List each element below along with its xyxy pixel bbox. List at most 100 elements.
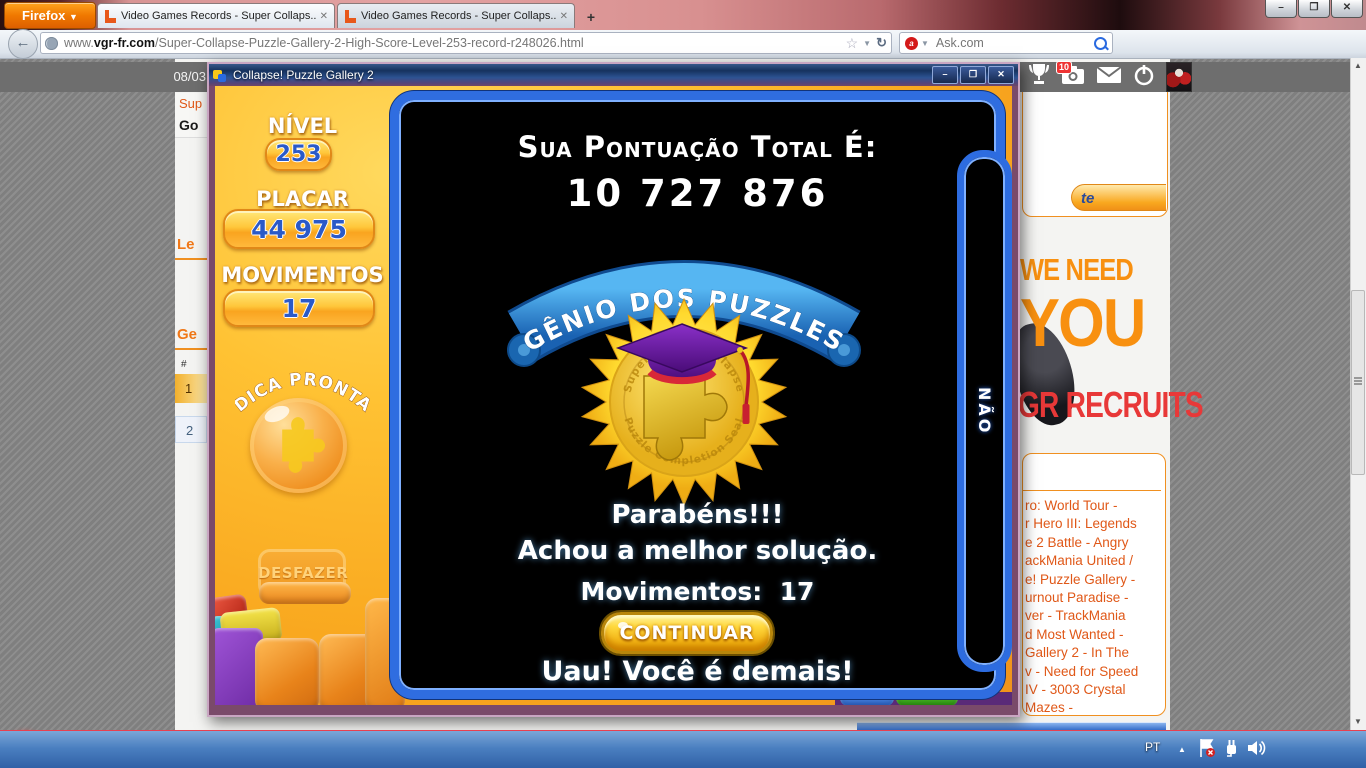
level-value: 253 xyxy=(265,138,332,171)
minimize-button[interactable]: – xyxy=(932,66,958,84)
trophy-icon[interactable]: 10 xyxy=(1028,60,1073,92)
tab-2[interactable]: Video Games Records - Super Collaps... ✕ xyxy=(337,3,575,28)
moves-label: MOVIMENTOS xyxy=(221,263,384,287)
vote-button[interactable]: te xyxy=(1071,184,1166,211)
score-dialog: Sua Pontuação Total É: 10 727 876 GÊNIO … xyxy=(390,91,1012,699)
overlay-toolbar: 10 xyxy=(1022,60,1192,92)
score-value: 44 975 xyxy=(223,209,375,249)
bookmark-star-icon[interactable]: ☆ xyxy=(846,35,859,52)
solution-text: Achou a melhor solução. xyxy=(517,536,878,566)
game-link-line[interactable]: urnout Paradise - xyxy=(1023,589,1165,607)
continue-button[interactable]: CONTINUAR xyxy=(601,612,773,654)
tab-bar: Video Games Records - Super Collaps... ✕… xyxy=(97,3,577,29)
left-bold-text: Go xyxy=(179,117,199,133)
moves-value: 17 xyxy=(223,289,375,327)
user-avatar[interactable] xyxy=(1166,62,1192,92)
close-button[interactable]: ✕ xyxy=(988,66,1014,84)
firefox-menu-button[interactable]: Firefox ▼ xyxy=(4,2,96,29)
game-window-titlebar[interactable]: Collapse! Puzzle Gallery 2 – ❐ ✕ xyxy=(209,64,1018,86)
game-window: Collapse! Puzzle Gallery 2 – ❐ ✕ NÍVEL 2… xyxy=(207,62,1020,717)
left-heading-1: Le xyxy=(177,236,195,253)
browser-toolbar: ← www.vgr-fr.com/Super-Collapse-Puzzle-G… xyxy=(0,29,1366,85)
congrats-text: Parabéns!!! xyxy=(611,500,784,530)
hint-ball-button[interactable] xyxy=(250,398,347,493)
score-label: PLACAR xyxy=(256,187,349,211)
table-row[interactable]: 2 xyxy=(175,416,207,443)
site-favicon-icon xyxy=(344,9,357,23)
game-link-line[interactable]: Mazes - xyxy=(1023,699,1165,717)
moves-text: Movimentos: 17 xyxy=(580,577,815,606)
search-icon[interactable] xyxy=(1094,36,1107,50)
scroll-down-icon[interactable]: ▼ xyxy=(1350,714,1366,730)
page-margin-left xyxy=(0,58,175,730)
search-input[interactable] xyxy=(933,35,1094,51)
power-icon[interactable] xyxy=(1133,64,1155,91)
game-link-line[interactable]: Gallery 2 - In The xyxy=(1023,644,1165,662)
restore-button[interactable]: ❐ xyxy=(1298,0,1330,18)
back-button[interactable]: ← xyxy=(8,29,38,59)
tab-close-icon[interactable]: ✕ xyxy=(320,11,328,22)
block-orange[interactable] xyxy=(255,638,319,705)
recruit-banner-line2: YOU xyxy=(1020,285,1146,361)
chevron-down-icon[interactable]: ▼ xyxy=(921,39,929,48)
games-list-box: ro: World Tour - r Hero III: Legends e 2… xyxy=(1022,453,1166,716)
game-link-line[interactable]: ro: World Tour - xyxy=(1023,497,1165,515)
reload-icon[interactable]: ↻ xyxy=(876,35,887,51)
ask-logo-icon: a xyxy=(905,36,918,50)
speaker-icon[interactable] xyxy=(1246,738,1266,763)
screen: 08/03 10 Sup Go Le Ge # 1 2 te WE NEED Y… xyxy=(0,0,1366,768)
url-bar[interactable]: www.vgr-fr.com/Super-Collapse-Puzzle-Gal… xyxy=(40,32,892,54)
url-text: www.vgr-fr.com/Super-Collapse-Puzzle-Gal… xyxy=(64,36,584,50)
dialog-title: Sua Pontuação Total É: xyxy=(517,130,878,164)
divider xyxy=(1023,490,1161,491)
action-center-flag-icon[interactable] xyxy=(1198,738,1216,763)
language-indicator[interactable]: PT xyxy=(1145,740,1160,754)
game-link-line[interactable]: v - Need for Speed xyxy=(1023,663,1165,681)
globe-icon xyxy=(45,36,58,50)
game-window-title: Collapse! Puzzle Gallery 2 xyxy=(233,68,374,82)
table-column-header: # xyxy=(181,359,187,370)
puzzle-app-icon xyxy=(213,68,227,82)
tab-close-icon[interactable]: ✕ xyxy=(560,11,568,22)
no-button[interactable]: NÃO xyxy=(957,150,1012,672)
puzzle-piece-icon xyxy=(282,417,326,473)
game-link-line[interactable]: d Most Wanted - xyxy=(1023,626,1165,644)
tray-expand-icon[interactable]: ▲ xyxy=(1178,745,1186,754)
game-client-area: NÍVEL 253 PLACAR 44 975 MOVIMENTOS 17 DI… xyxy=(215,86,1012,705)
browser-window-controls: – ❐ ✕ xyxy=(1264,0,1363,18)
game-link-line[interactable]: e 2 Battle - Angry xyxy=(1023,534,1165,552)
left-link[interactable]: Sup xyxy=(179,96,202,111)
new-tab-button[interactable]: + xyxy=(580,8,602,26)
close-button[interactable]: ✕ xyxy=(1331,0,1363,18)
mail-icon[interactable] xyxy=(1096,65,1122,89)
game-link-line[interactable]: e! Puzzle Gallery - xyxy=(1023,571,1165,589)
site-favicon-icon xyxy=(104,9,117,23)
power-plug-icon[interactable] xyxy=(1222,738,1240,763)
game-link-line[interactable]: ackMania United / xyxy=(1023,552,1165,570)
taskbar xyxy=(0,730,1366,768)
minimize-button[interactable]: – xyxy=(1265,0,1297,18)
game-link-line[interactable]: ver - TrackMania xyxy=(1023,607,1165,625)
total-score-value: 10 727 876 xyxy=(566,172,829,215)
level-label: NÍVEL xyxy=(267,114,338,138)
recruit-banner-line1: WE NEED xyxy=(1020,252,1134,287)
search-box[interactable]: a ▼ xyxy=(899,32,1113,54)
game-link-line[interactable]: r Hero III: Legends xyxy=(1023,515,1165,533)
page-header-date: 08/03 xyxy=(173,69,206,84)
divider xyxy=(175,258,207,260)
trophy-badge: 10 xyxy=(1056,60,1073,74)
scroll-up-icon[interactable]: ▲ xyxy=(1350,58,1366,74)
game-link-line[interactable]: IV - 3003 Crystal xyxy=(1023,681,1165,699)
scrollbar-thumb[interactable] xyxy=(1351,290,1365,475)
chevron-down-icon[interactable]: ▼ xyxy=(863,39,871,48)
tab-1[interactable]: Video Games Records - Super Collaps... ✕ xyxy=(97,3,335,28)
chevron-down-icon: ▼ xyxy=(69,12,78,22)
left-heading-2: Ge xyxy=(177,326,198,343)
maximize-button[interactable]: ❐ xyxy=(960,66,986,84)
recruit-banner-line3: GR RECRUITS xyxy=(1018,384,1204,425)
puzzle-genius-medal: GÊNIO DOS PUZZLES Super Puzzle Collapse … xyxy=(494,240,874,505)
block-orange[interactable] xyxy=(259,582,351,604)
browser-titlebar: Firefox ▼ Video Games Records - Super Co… xyxy=(0,0,1366,30)
divider xyxy=(175,348,207,350)
table-row[interactable]: 1 xyxy=(175,374,207,403)
